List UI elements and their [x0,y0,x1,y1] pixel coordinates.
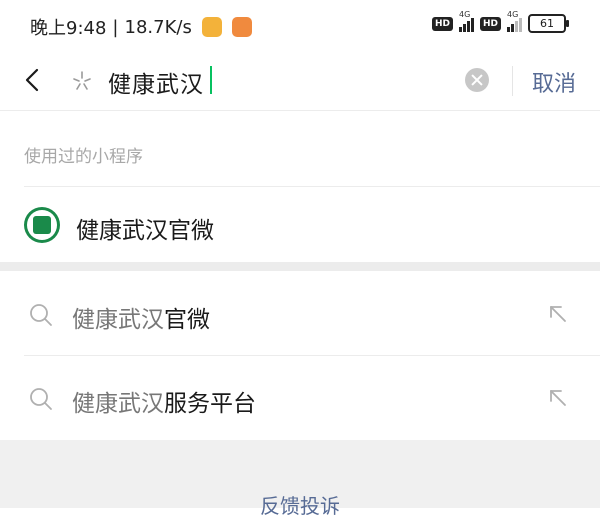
suggestion-rest: 服务平台 [164,391,256,417]
mini-program-logo [24,207,60,243]
search-bar: 健康武汉 取消 [0,52,600,111]
status-right: HD 4G HD 4G 61 [431,10,569,33]
hd-icon: HD [479,16,501,31]
star-icon [73,71,91,90]
notification-app-icon [231,17,252,37]
section-gap [0,262,600,271]
search-icon [30,388,52,410]
status-speed: 18.7K/s [124,16,192,38]
suggestion-text: 健康武汉服务平台 [72,384,256,418]
feedback-link[interactable]: 反馈投诉 [0,490,600,519]
divider [512,66,513,96]
cancel-button[interactable]: 取消 [532,66,576,98]
suggestion-rest: 官微 [164,307,210,333]
status-bar: 晚上9:48 | 18.7K/s HD 4G HD 4G 61 [0,0,600,52]
footer-area: 反馈投诉 [0,440,600,518]
signal-icon: 4G [458,10,474,32]
network-type: 4G [507,9,519,19]
status-separator: | [112,16,119,38]
signal-icon: 4G [507,10,522,32]
mini-program-name: 健康武汉官微 [76,218,214,244]
back-arrow-icon[interactable] [20,64,44,96]
text-caret [210,66,212,94]
search-icon [30,304,52,326]
section-label: 使用过的小程序 [24,147,143,167]
notification-app-icon [201,17,222,37]
battery-icon: 61 [528,14,569,33]
suggestion-item[interactable]: 健康武汉服务平台 [0,356,600,440]
suggestion-item[interactable]: 健康武汉官微 [0,272,600,356]
hd-icon: HD [431,16,453,31]
mini-program-item[interactable]: 健康武汉官微 [0,187,600,265]
suggestion-text: 健康武汉官微 [72,300,210,334]
status-left: 晚上9:48 | 18.7K/s [30,14,252,40]
status-time: 晚上9:48 [30,18,107,39]
search-input[interactable]: 健康武汉 [108,65,204,99]
suggestion-match: 健康武汉 [72,391,164,417]
fill-query-icon[interactable] [546,386,570,410]
fill-query-icon[interactable] [546,302,570,326]
network-type: 4G [458,9,471,19]
clear-icon[interactable] [465,68,489,92]
suggestion-match: 健康武汉 [72,307,164,333]
